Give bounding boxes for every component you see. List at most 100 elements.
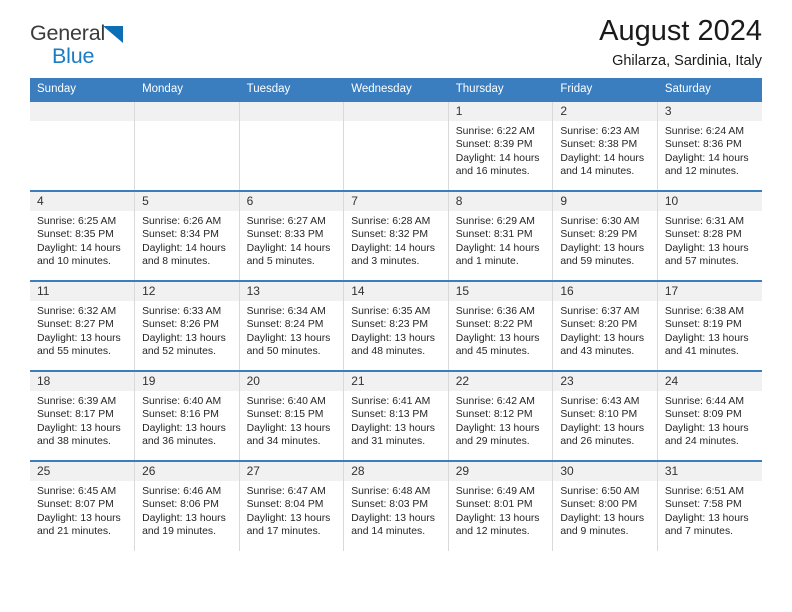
day-cell-inner: 4 Sunrise: 6:25 AM Sunset: 8:35 PM Daylight… <box>30 192 135 280</box>
daylight-text-line2: and 59 minutes. <box>560 255 635 267</box>
sunset-text: Sunset: 8:19 PM <box>664 319 742 331</box>
day-number: 14 <box>344 282 448 301</box>
calendar-day-cell[interactable]: 7 Sunrise: 6:28 AM Sunset: 8:32 PM Daylight… <box>343 190 449 281</box>
daylight-text-line1: Daylight: 13 hours <box>664 332 749 344</box>
sunrise-text: Sunrise: 6:36 AM <box>455 306 535 317</box>
day-number: 28 <box>344 462 448 481</box>
sunset-text: Sunset: 7:58 PM <box>664 499 742 511</box>
calendar-day-cell[interactable]: 23 Sunrise: 6:43 AM Sunset: 8:10 PM Dayligh… <box>552 370 658 461</box>
calendar-day-cell[interactable]: 10 Sunrise: 6:31 AM Sunset: 8:28 PM Dayligh… <box>657 190 762 281</box>
weekday-header-thursday: Thursday <box>448 78 554 101</box>
weekday-header-sunday: Sunday <box>30 78 136 101</box>
daylight-text-line2: and 12 minutes. <box>664 165 739 177</box>
sunrise-text: Sunrise: 6:43 AM <box>560 396 640 407</box>
day-number <box>135 102 239 121</box>
sunset-text: Sunset: 8:35 PM <box>37 229 114 241</box>
day-number: 15 <box>448 282 553 301</box>
day-cell-inner: 10 Sunrise: 6:31 AM Sunset: 8:28 PM Dayligh… <box>657 192 762 280</box>
calendar-week-row: 1 Sunrise: 6:22 AM Sunset: 8:39 PM Daylight… <box>30 100 762 191</box>
daylight-text-line2: and 52 minutes. <box>142 345 216 357</box>
calendar-day-cell[interactable]: 18 Sunrise: 6:39 AM Sunset: 8:17 PM Dayligh… <box>30 370 136 461</box>
daylight-text-line2: and 9 minutes. <box>560 525 629 537</box>
calendar-day-cell[interactable]: 9 Sunrise: 6:30 AM Sunset: 8:29 PM Daylight… <box>552 190 658 281</box>
sunset-text: Sunset: 8:03 PM <box>351 499 429 511</box>
calendar-week-row: 18 Sunrise: 6:39 AM Sunset: 8:17 PM Dayligh… <box>30 370 762 461</box>
sunset-text: Sunset: 8:22 PM <box>455 319 533 331</box>
daylight-text-line1: Daylight: 13 hours <box>37 422 121 434</box>
sunrise-text: Sunrise: 6:37 AM <box>560 306 640 317</box>
weekday-header-saturday: Saturday <box>657 78 762 101</box>
calendar-day-cell[interactable]: 1 Sunrise: 6:22 AM Sunset: 8:39 PM Daylight… <box>448 100 554 191</box>
day-cell-inner: 23 Sunrise: 6:43 AM Sunset: 8:10 PM Dayligh… <box>553 372 657 460</box>
calendar-day-cell[interactable]: 30 Sunrise: 6:50 AM Sunset: 8:00 PM Dayligh… <box>552 460 658 551</box>
calendar-day-cell[interactable]: 6 Sunrise: 6:27 AM Sunset: 8:33 PM Daylight… <box>239 190 345 281</box>
daylight-text-line2: and 29 minutes. <box>455 435 530 447</box>
title-block: August 2024 Ghilarza, Sardinia, Italy <box>599 15 762 70</box>
day-cell-inner: 30 Sunrise: 6:50 AM Sunset: 8:00 PM Dayligh… <box>553 462 657 551</box>
brand-logo[interactable]: General Blue <box>30 22 150 71</box>
calendar-day-cell[interactable]: 11 Sunrise: 6:32 AM Sunset: 8:27 PM Dayligh… <box>30 280 136 371</box>
day-details <box>240 121 344 125</box>
calendar-day-cell[interactable]: 26 Sunrise: 6:46 AM Sunset: 8:06 PM Dayligh… <box>134 460 240 551</box>
day-cell-inner: 9 Sunrise: 6:30 AM Sunset: 8:29 PM Daylight… <box>553 192 657 280</box>
day-details: Sunrise: 6:40 AM Sunset: 8:16 PM Daylight:… <box>135 391 239 448</box>
day-cell-inner: 22 Sunrise: 6:42 AM Sunset: 8:12 PM Dayligh… <box>448 372 553 460</box>
daylight-text-line1: Daylight: 13 hours <box>246 332 331 344</box>
day-number: 7 <box>344 192 448 211</box>
day-number: 5 <box>135 192 239 211</box>
daylight-text-line2: and 14 minutes. <box>351 525 426 537</box>
daylight-text-line1: Daylight: 13 hours <box>351 422 435 434</box>
calendar-day-cell[interactable]: 21 Sunrise: 6:41 AM Sunset: 8:13 PM Dayligh… <box>343 370 449 461</box>
daylight-text-line1: Daylight: 13 hours <box>246 422 331 434</box>
day-number: 9 <box>553 192 657 211</box>
sunrise-text: Sunrise: 6:50 AM <box>560 486 640 497</box>
calendar-day-cell[interactable]: 17 Sunrise: 6:38 AM Sunset: 8:19 PM Dayligh… <box>657 280 762 371</box>
daylight-text-line2: and 38 minutes. <box>37 435 111 447</box>
calendar-day-cell[interactable]: 28 Sunrise: 6:48 AM Sunset: 8:03 PM Dayligh… <box>343 460 449 551</box>
calendar-day-cell[interactable]: 4 Sunrise: 6:25 AM Sunset: 8:35 PM Daylight… <box>30 190 136 281</box>
daylight-text-line1: Daylight: 14 hours <box>455 242 540 254</box>
day-cell-inner <box>344 102 448 190</box>
daylight-text-line1: Daylight: 13 hours <box>664 242 749 254</box>
calendar-day-cell[interactable]: 8 Sunrise: 6:29 AM Sunset: 8:31 PM Daylight… <box>448 190 554 281</box>
calendar-day-cell[interactable]: 2 Sunrise: 6:23 AM Sunset: 8:38 PM Daylight… <box>552 100 658 191</box>
calendar-day-cell[interactable]: 19 Sunrise: 6:40 AM Sunset: 8:16 PM Dayligh… <box>134 370 240 461</box>
daylight-text-line2: and 19 minutes. <box>142 525 216 537</box>
daylight-text-line2: and 5 minutes. <box>246 255 315 267</box>
sunset-text: Sunset: 8:26 PM <box>142 319 219 331</box>
day-cell-inner: 13 Sunrise: 6:34 AM Sunset: 8:24 PM Dayligh… <box>239 282 344 370</box>
sunset-text: Sunset: 8:07 PM <box>37 499 114 511</box>
calendar-day-cell[interactable]: 3 Sunrise: 6:24 AM Sunset: 8:36 PM Daylight… <box>657 100 762 191</box>
day-details: Sunrise: 6:48 AM Sunset: 8:03 PM Daylight:… <box>344 481 448 538</box>
sunrise-text: Sunrise: 6:24 AM <box>664 126 745 137</box>
calendar-day-cell[interactable]: 27 Sunrise: 6:47 AM Sunset: 8:04 PM Dayligh… <box>239 460 345 551</box>
day-number: 17 <box>657 282 762 301</box>
calendar-day-cell[interactable]: 12 Sunrise: 6:33 AM Sunset: 8:26 PM Dayligh… <box>134 280 240 371</box>
day-details: Sunrise: 6:31 AM Sunset: 8:28 PM Daylight:… <box>658 211 762 268</box>
calendar-day-cell-empty <box>30 100 136 191</box>
day-number: 20 <box>239 372 344 391</box>
day-details: Sunrise: 6:51 AM Sunset: 7:58 PM Daylight:… <box>658 481 762 538</box>
calendar-day-cell[interactable]: 15 Sunrise: 6:36 AM Sunset: 8:22 PM Dayligh… <box>448 280 554 371</box>
calendar-day-cell[interactable]: 22 Sunrise: 6:42 AM Sunset: 8:12 PM Dayligh… <box>448 370 554 461</box>
calendar-day-cell[interactable]: 20 Sunrise: 6:40 AM Sunset: 8:15 PM Dayligh… <box>239 370 345 461</box>
calendar-day-cell[interactable]: 25 Sunrise: 6:45 AM Sunset: 8:07 PM Dayligh… <box>30 460 136 551</box>
sunset-text: Sunset: 8:16 PM <box>142 409 219 421</box>
calendar-day-cell[interactable]: 29 Sunrise: 6:49 AM Sunset: 8:01 PM Dayligh… <box>448 460 554 551</box>
day-number: 2 <box>553 102 657 121</box>
daylight-text-line1: Daylight: 14 hours <box>37 242 121 254</box>
calendar-day-cell[interactable]: 5 Sunrise: 6:26 AM Sunset: 8:34 PM Daylight… <box>134 190 240 281</box>
sunset-text: Sunset: 8:24 PM <box>246 319 324 331</box>
daylight-text-line1: Daylight: 13 hours <box>142 512 226 524</box>
day-number: 31 <box>657 462 762 481</box>
calendar-day-cell[interactable]: 16 Sunrise: 6:37 AM Sunset: 8:20 PM Dayligh… <box>552 280 658 371</box>
calendar-day-cell[interactable]: 14 Sunrise: 6:35 AM Sunset: 8:23 PM Dayligh… <box>343 280 449 371</box>
calendar-table: Sunday Monday Tuesday Wednesday Thursday… <box>30 78 762 551</box>
day-details: Sunrise: 6:25 AM Sunset: 8:35 PM Daylight:… <box>30 211 134 268</box>
sunrise-text: Sunrise: 6:40 AM <box>246 396 326 407</box>
calendar-day-cell[interactable]: 31 Sunrise: 6:51 AM Sunset: 7:58 PM Dayligh… <box>657 460 762 551</box>
calendar-day-cell[interactable]: 24 Sunrise: 6:44 AM Sunset: 8:09 PM Dayligh… <box>657 370 762 461</box>
day-cell-inner: 26 Sunrise: 6:46 AM Sunset: 8:06 PM Dayligh… <box>135 462 239 551</box>
calendar-day-cell[interactable]: 13 Sunrise: 6:34 AM Sunset: 8:24 PM Dayligh… <box>239 280 345 371</box>
day-number: 30 <box>553 462 657 481</box>
